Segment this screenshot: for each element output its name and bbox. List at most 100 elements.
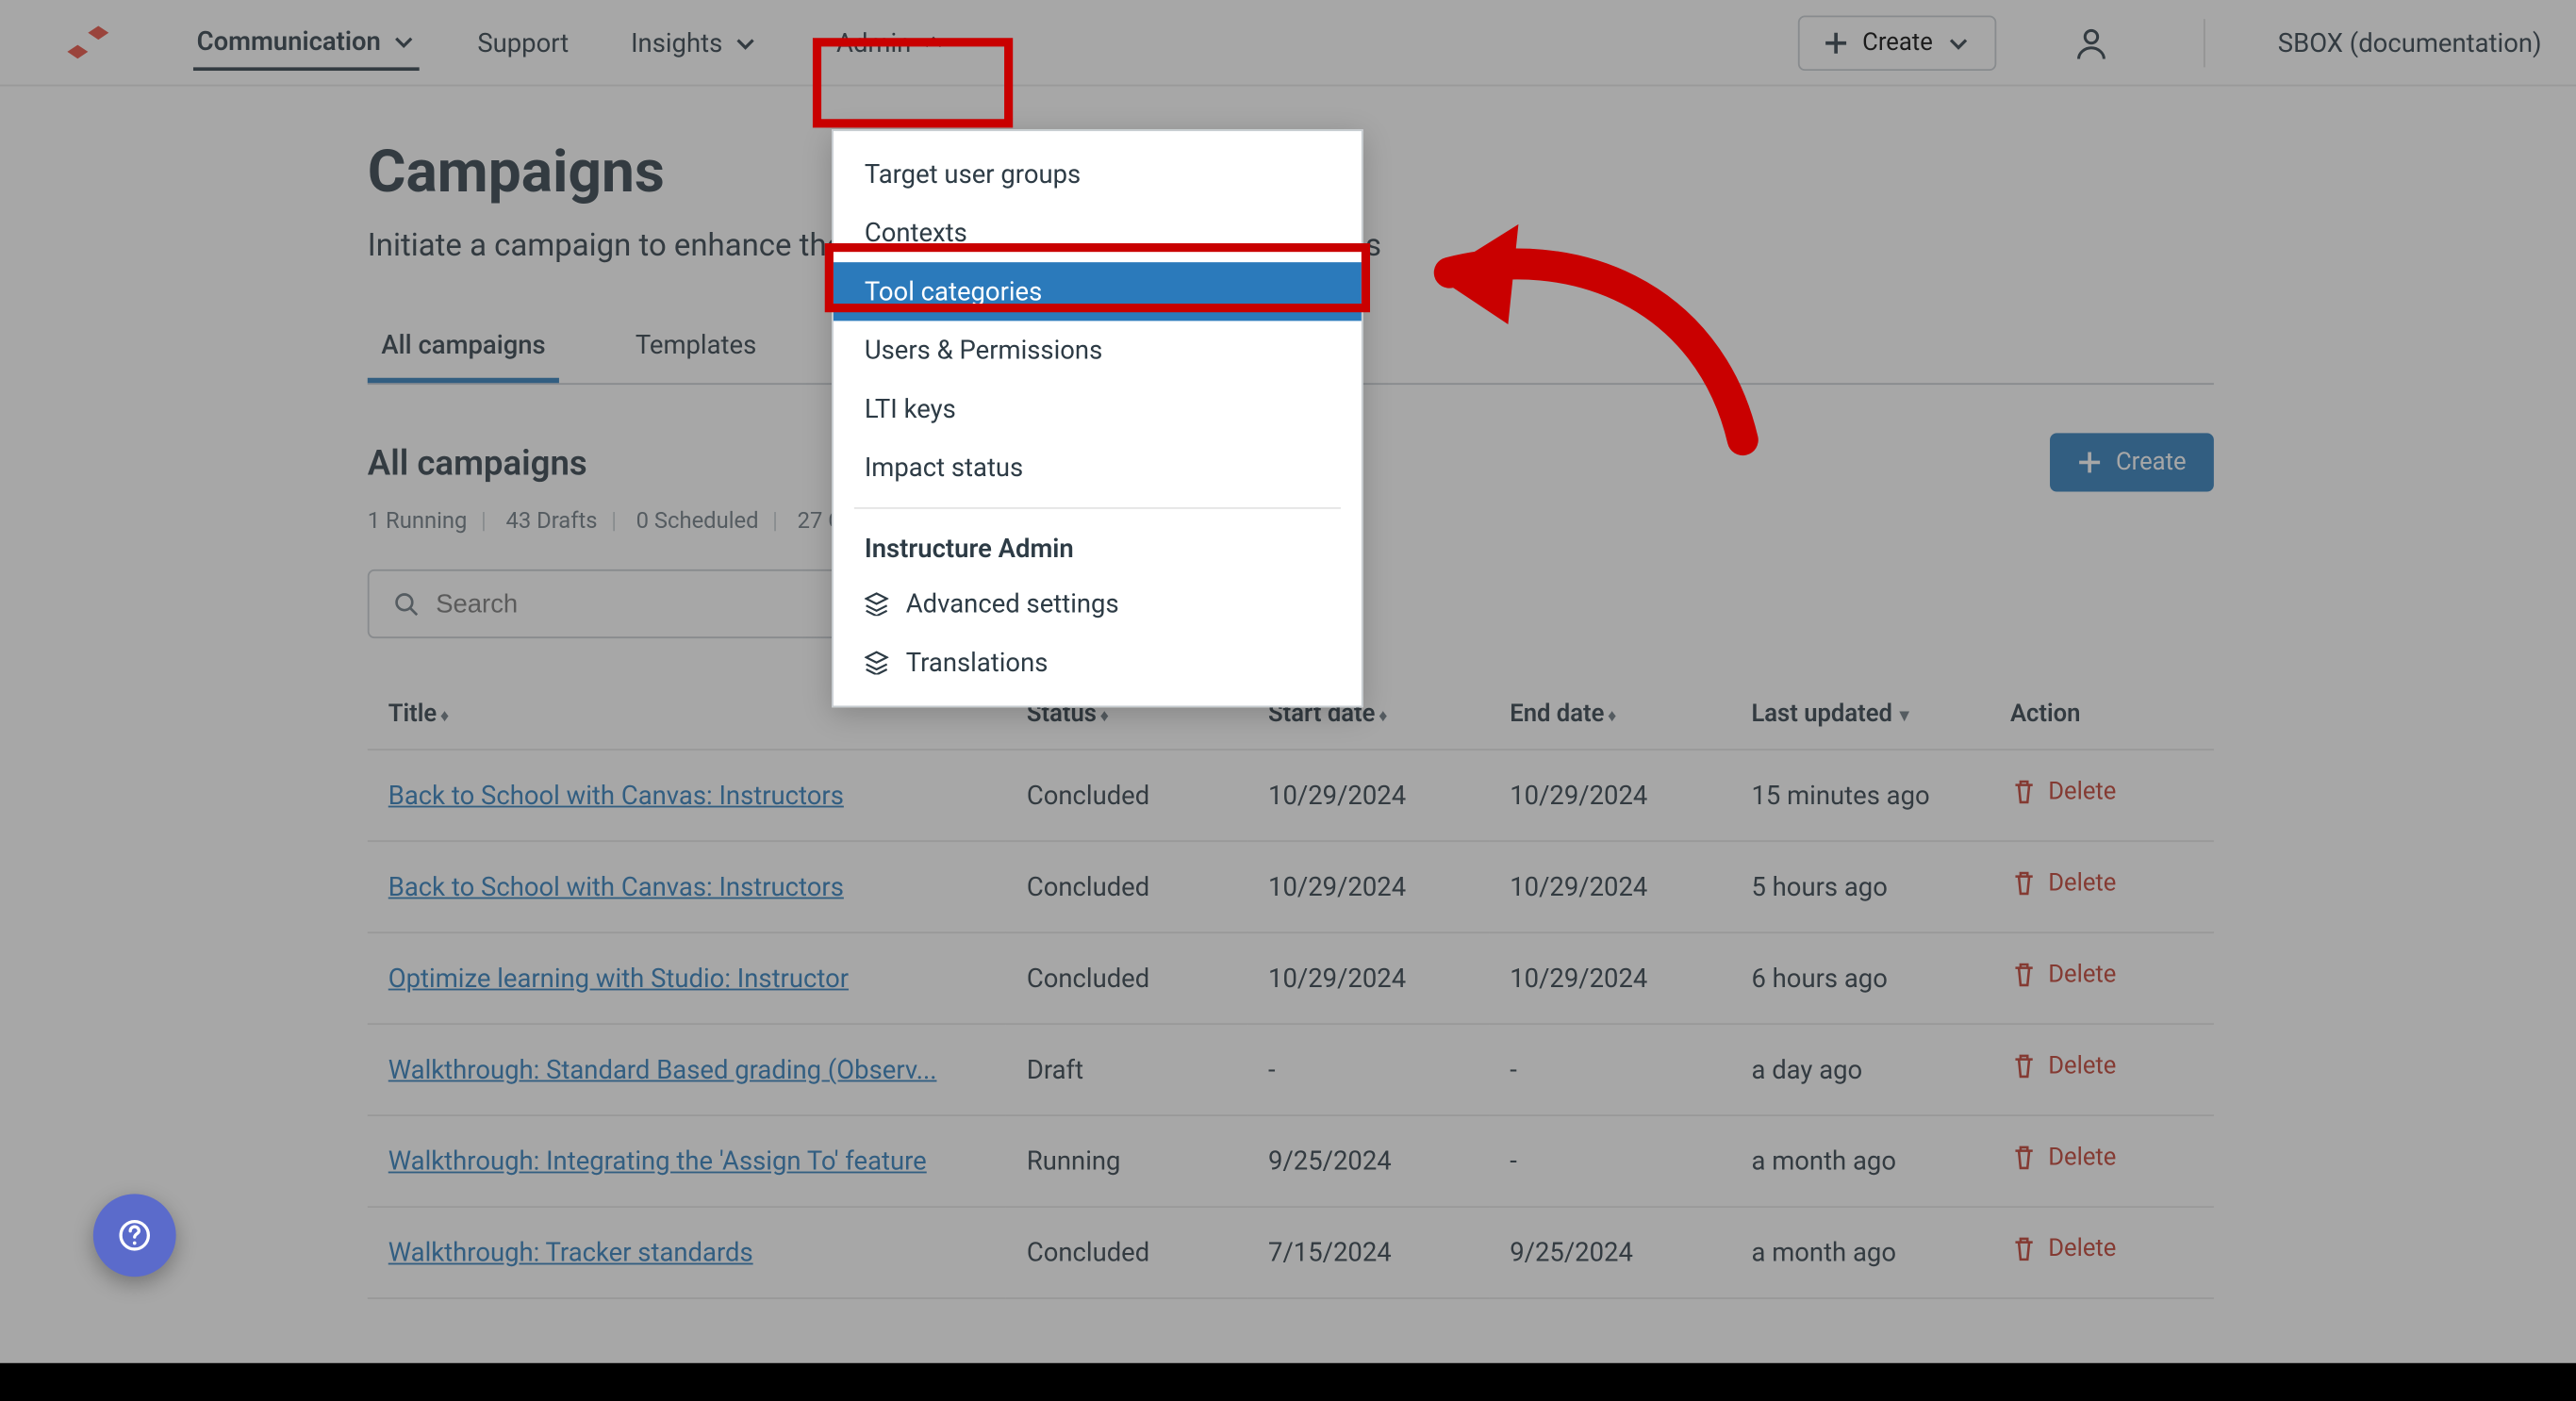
delete-button[interactable]: Delete [2010,1144,2116,1171]
create-label: Create [1862,28,1933,56]
divider [2204,18,2205,66]
menu-advanced-settings[interactable]: Advanced settings [834,574,1362,633]
campaign-link[interactable]: Walkthrough: Integrating the 'Assign To'… [388,1146,927,1177]
cell-start: 7/15/2024 [1247,1207,1489,1298]
search-icon [393,590,419,618]
menu-section-header: Instructure Admin [834,519,1362,575]
campaign-link[interactable]: Walkthrough: Standard Based grading (Obs… [388,1054,937,1085]
trash-icon [2010,778,2038,805]
nav-label: Insights [631,26,722,58]
stat-running: 1 Running [368,509,468,535]
cell-start: 10/29/2024 [1247,932,1489,1024]
col-updated[interactable]: Last updated [1751,700,1891,728]
table-row: Optimize learning with Studio: Instructo… [368,932,2214,1024]
tab-templates[interactable]: Templates [621,312,770,383]
stack-icon [865,651,889,675]
cell-status: Running [1006,1115,1247,1207]
create-campaign-button[interactable]: Create [2050,433,2213,491]
cell-end: - [1489,1115,1730,1207]
delete-button[interactable]: Delete [2010,869,2116,897]
cell-end: - [1489,1024,1730,1115]
campaign-link[interactable]: Back to School with Canvas: Instructors [388,871,844,902]
cell-status: Concluded [1006,1207,1247,1298]
chevron-down-icon [1946,30,1971,55]
cell-updated: a month ago [1730,1115,1990,1207]
campaigns-table: Title♦ Status♦ Start date♦ End date♦ Las… [368,680,2214,1299]
search-field[interactable] [436,589,871,618]
menu-users-permissions[interactable]: Users & Permissions [834,321,1362,379]
delete-label: Delete [2048,1235,2116,1262]
cell-updated: a day ago [1730,1024,1990,1115]
menu-tool-categories[interactable]: Tool categories [834,262,1362,321]
menu-contexts[interactable]: Contexts [834,204,1362,262]
delete-label: Delete [2048,869,2116,897]
section-title: All campaigns [368,441,587,483]
nav-label: Support [477,26,569,58]
divider [854,507,1341,509]
nav-label: Admin [836,26,911,58]
cell-end: 10/29/2024 [1489,841,1730,932]
trash-icon [2010,961,2038,988]
help-fab[interactable] [93,1194,176,1277]
campaign-link[interactable]: Optimize learning with Studio: Instructo… [388,963,849,994]
menu-impact-status[interactable]: Impact status [834,438,1362,497]
cell-updated: a month ago [1730,1207,1990,1298]
delete-button[interactable]: Delete [2010,1235,2116,1262]
create-button[interactable]: Create [1798,15,1996,71]
stat-drafts: 43 Drafts [505,509,597,535]
delete-button[interactable]: Delete [2010,778,2116,805]
create-label: Create [2116,449,2187,476]
cell-start: - [1247,1024,1489,1115]
col-title[interactable]: Title [388,700,437,728]
menu-lti-keys[interactable]: LTI keys [834,380,1362,438]
delete-label: Delete [2048,778,2116,805]
cell-status: Concluded [1006,932,1247,1024]
campaign-link[interactable]: Back to School with Canvas: Instructors [388,780,844,811]
plus-icon [1825,30,1849,55]
cell-end: 10/29/2024 [1489,932,1730,1024]
cell-end: 10/29/2024 [1489,750,1730,841]
tab-all-campaigns[interactable]: All campaigns [368,312,560,383]
tenant-label[interactable]: SBOX (documentation) [2278,26,2542,58]
cell-updated: 6 hours ago [1730,932,1990,1024]
campaign-link[interactable]: Walkthrough: Tracker standards [388,1237,753,1268]
user-icon[interactable] [2072,24,2110,61]
logo-icon [66,20,111,65]
cell-updated: 5 hours ago [1730,841,1990,932]
delete-label: Delete [2048,1144,2116,1171]
nav-support[interactable]: Support [474,16,572,68]
cell-start: 9/25/2024 [1247,1115,1489,1207]
cell-end: 9/25/2024 [1489,1207,1730,1298]
trash-icon [2010,1235,2038,1262]
stack-icon [865,592,889,617]
delete-button[interactable]: Delete [2010,961,2116,988]
nav-communication[interactable]: Communication [193,15,419,71]
col-end[interactable]: End date [1510,700,1604,728]
nav-label: Communication [197,25,381,57]
trash-icon [2010,1144,2038,1171]
delete-label: Delete [2048,961,2116,988]
trash-icon [2010,869,2038,897]
col-action: Action [2010,700,2081,728]
table-row: Walkthrough: Standard Based grading (Obs… [368,1024,2214,1115]
menu-label: Advanced settings [906,588,1119,619]
menu-target-user-groups[interactable]: Target user groups [834,145,1362,204]
chevron-up-icon [921,30,946,55]
search-input[interactable] [368,569,898,638]
delete-label: Delete [2048,1052,2116,1080]
cell-updated: 15 minutes ago [1730,750,1990,841]
admin-dropdown: Target user groups Contexts Tool categor… [832,129,1363,707]
question-icon [117,1218,152,1253]
cell-status: Concluded [1006,841,1247,932]
nav-admin[interactable]: Admin [805,5,977,81]
table-row: Back to School with Canvas: InstructorsC… [368,750,2214,841]
table-row: Walkthrough: Tracker standards Concluded7… [368,1207,2214,1298]
delete-button[interactable]: Delete [2010,1052,2116,1080]
menu-label: Translations [906,647,1049,678]
plus-icon [2078,451,2103,475]
table-row: Walkthrough: Integrating the 'Assign To'… [368,1115,2214,1207]
chevron-down-icon [733,30,757,55]
nav-insights[interactable]: Insights [627,16,760,68]
menu-translations[interactable]: Translations [834,634,1362,692]
stat-scheduled: 0 Scheduled [636,509,759,535]
